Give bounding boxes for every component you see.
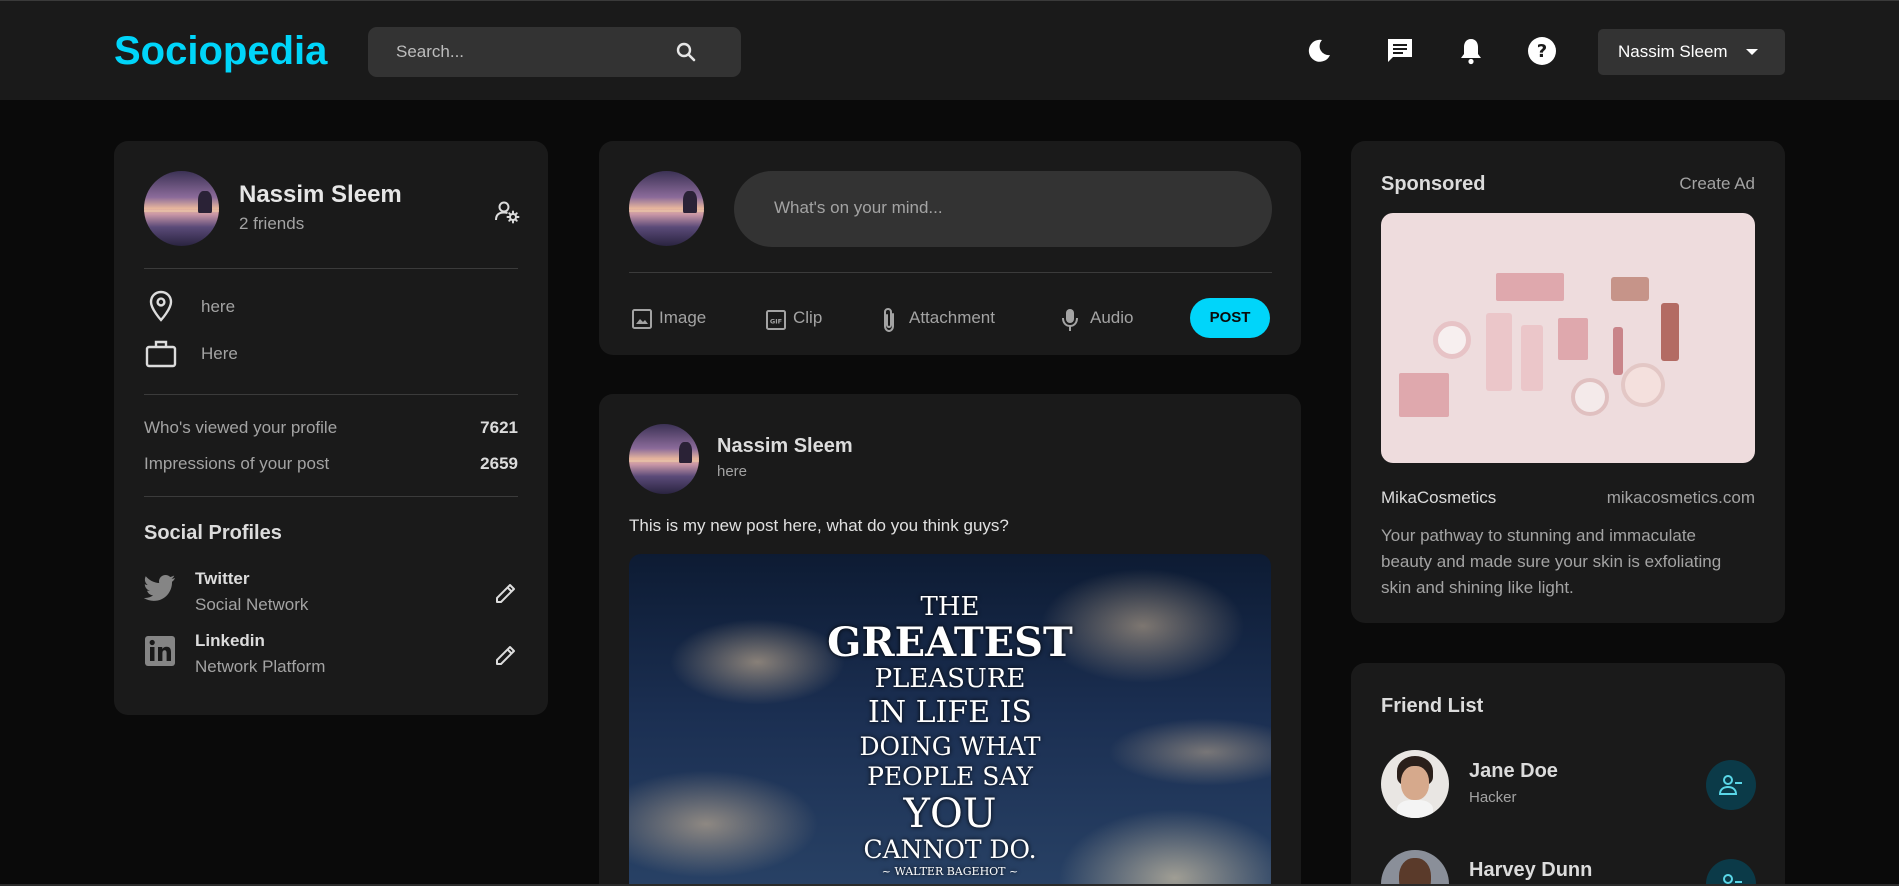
divider (629, 272, 1272, 273)
user-widget: Nassim Sleem 2 friends here Here Who's v… (114, 141, 548, 715)
post-composer: What's on your mind... Image GIF Clip At… (599, 141, 1301, 355)
user-select-name: Nassim Sleem (1618, 42, 1728, 61)
brand-logo[interactable]: Sociopedia (114, 29, 327, 74)
location-text: here (201, 297, 236, 316)
social-type: Network Platform (195, 657, 326, 676)
advert-description: Your pathway to stunning and immaculate … (1381, 523, 1721, 601)
location-icon (144, 289, 178, 323)
post-card: Nassim Sleem here This is my new post he… (599, 394, 1301, 886)
dark-mode-icon[interactable] (1303, 35, 1335, 67)
linkedin-icon (144, 635, 176, 667)
search-input[interactable] (396, 27, 656, 77)
chevron-down-icon (1746, 49, 1758, 55)
quote-line: PEOPLE SAY (867, 762, 1033, 791)
quote-line: CANNOT DO. (863, 835, 1037, 864)
message-icon[interactable] (1384, 35, 1416, 67)
navbar: Sociopedia ? Nassim Sleem (0, 0, 1899, 100)
post-text: This is my new post here, what do you th… (629, 516, 1009, 535)
impressions-label: Impressions of your post (144, 454, 330, 473)
advert-image[interactable] (1381, 213, 1755, 463)
quote-line: PLEASURE (874, 664, 1026, 694)
quote-line: GREATEST (827, 619, 1073, 666)
friend-avatar[interactable] (1381, 750, 1449, 818)
post-location: here (717, 463, 748, 480)
clip-action[interactable]: Clip (793, 308, 822, 328)
notification-icon[interactable] (1455, 35, 1487, 67)
post-input[interactable]: What's on your mind... (734, 171, 1272, 247)
user-name[interactable]: Nassim Sleem (239, 181, 402, 209)
friend-name[interactable]: Harvey Dunn (1469, 859, 1592, 882)
edit-icon[interactable] (494, 643, 518, 667)
edit-icon[interactable] (494, 581, 518, 605)
friend-list-widget: Friend List Jane Doe Hacker Harvey Dunn (1351, 663, 1785, 886)
post-button[interactable]: POST (1190, 298, 1270, 338)
advert-description-line: beauty and made sure your skin is exfoli… (1381, 552, 1722, 571)
quote-attribution: ~ WALTER BAGEHOT ~ (881, 865, 1019, 878)
search-bar (368, 27, 741, 77)
post-author-avatar[interactable] (629, 424, 699, 494)
divider (144, 496, 518, 497)
friend-name[interactable]: Jane Doe (1469, 760, 1558, 783)
friend-list-title: Friend List (1381, 695, 1484, 717)
divider (144, 394, 518, 395)
remove-friend-button[interactable] (1706, 859, 1756, 886)
friend-role: Hacker (1469, 789, 1517, 806)
svg-text:GIF: GIF (770, 318, 782, 326)
social-profiles-title: Social Profiles (144, 522, 282, 544)
image-icon[interactable] (631, 308, 653, 330)
twitter-icon (144, 574, 176, 604)
image-action[interactable]: Image (659, 308, 706, 328)
post-input-placeholder: What's on your mind... (774, 198, 943, 217)
help-icon[interactable]: ? (1526, 35, 1558, 67)
social-type: Social Network (195, 595, 309, 614)
attachment-icon[interactable] (879, 306, 899, 334)
social-name[interactable]: Twitter (195, 569, 249, 589)
sponsored-title: Sponsored (1381, 173, 1486, 195)
svg-text:?: ? (1537, 41, 1547, 62)
user-select[interactable]: Nassim Sleem (1598, 29, 1785, 75)
advert-brand: MikaCosmetics (1381, 488, 1497, 507)
post-image-quote: THE GREATEST PLEASURE IN LIFE IS DOING W… (629, 592, 1271, 880)
gif-icon[interactable]: GIF (765, 309, 787, 331)
manage-account-icon[interactable] (494, 199, 520, 225)
profile-views-value: 7621 (480, 418, 518, 437)
remove-friend-button[interactable] (1706, 760, 1756, 810)
post-image[interactable]: THE GREATEST PLEASURE IN LIFE IS DOING W… (629, 554, 1271, 886)
audio-action[interactable]: Audio (1090, 308, 1133, 328)
quote-line: DOING WHAT (859, 732, 1041, 761)
advert-description-line: skin and shining like light. (1381, 578, 1574, 597)
occupation-text: Here (201, 344, 238, 363)
quote-line: YOU (903, 791, 997, 837)
profile-views-label: Who's viewed your profile (144, 418, 338, 437)
post-author-name[interactable]: Nassim Sleem (717, 435, 853, 458)
user-avatar[interactable] (144, 171, 219, 246)
divider (144, 268, 518, 269)
create-ad-link[interactable]: Create Ad (1679, 174, 1755, 194)
friend-avatar[interactable] (1381, 850, 1449, 886)
quote-line: IN LIFE IS (867, 695, 1033, 730)
composer-avatar (629, 171, 704, 246)
friend-count: 2 friends (239, 214, 305, 233)
advert-description-line: Your pathway to stunning and immaculate (1381, 526, 1697, 545)
search-icon[interactable] (674, 40, 698, 64)
quote-line: THE (920, 592, 980, 622)
microphone-icon[interactable] (1060, 306, 1080, 334)
social-name[interactable]: Linkedin (195, 631, 265, 651)
person-remove-icon (1719, 774, 1743, 796)
work-icon (144, 337, 178, 371)
advert-url[interactable]: mikacosmetics.com (1607, 488, 1755, 508)
attachment-action[interactable]: Attachment (909, 308, 995, 328)
impressions-value: 2659 (480, 454, 518, 473)
advert-widget: Sponsored Create Ad MikaCosmetics mikaco… (1351, 141, 1785, 623)
